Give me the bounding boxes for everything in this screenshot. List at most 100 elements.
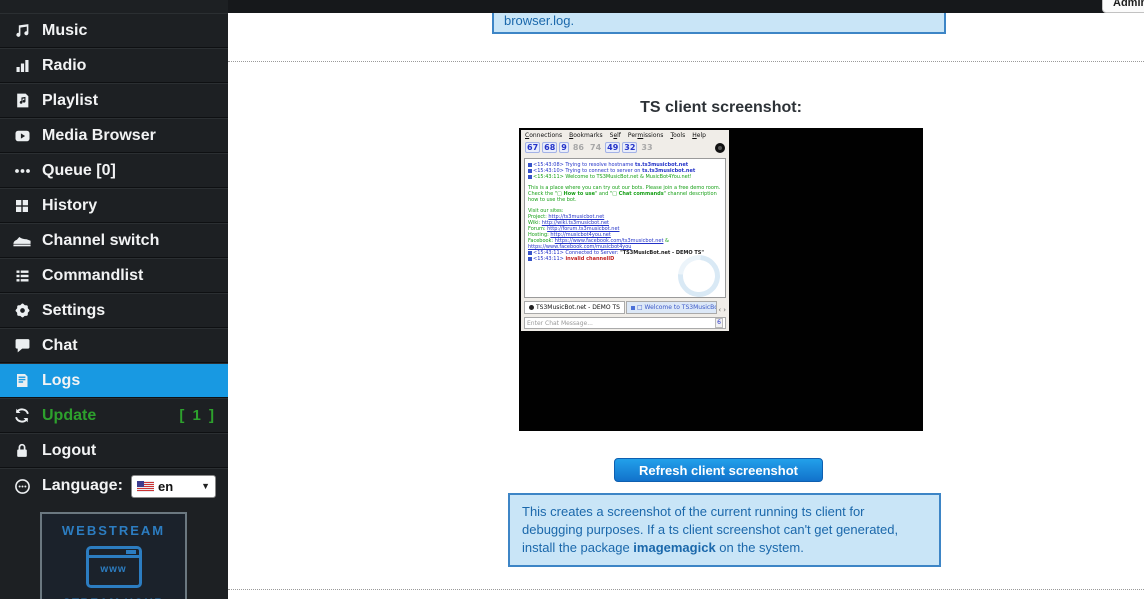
- ts-client-screenshot-image: Connections Bookmarks Self Permissions Tools…: [519, 128, 923, 431]
- ts-toolbar-number: 33: [639, 142, 654, 153]
- ts-toolbar-number: 49: [605, 142, 620, 153]
- ts-menu-permissions: Permissions: [628, 132, 664, 139]
- ts-chat-log: <15:43:08> Trying to resolve hostname ts…: [524, 158, 726, 298]
- ts-tab-1: TS3MusicBot.net - DEMO TS: [524, 301, 625, 314]
- ts-message-icon: [528, 251, 532, 255]
- screenshot-info-note: This creates a screenshot of the current…: [508, 493, 941, 567]
- top-bar: [228, 0, 1144, 13]
- ts-toolbar: 676898674493233: [521, 140, 729, 155]
- sidebar-item-music[interactable]: Music: [0, 13, 228, 48]
- channel-tab-icon: [631, 306, 635, 310]
- sidebar-item-label: Queue [0]: [42, 162, 116, 180]
- ts3musicbot-webinterface: Music Radio Playlist Media Browser Queue [0]…: [0, 0, 1144, 599]
- log-info-note: browser.log.: [492, 13, 946, 34]
- sidebar-item-radio[interactable]: Radio: [0, 48, 228, 83]
- sidebar-item-queue-0[interactable]: Queue [0]: [0, 153, 228, 188]
- ts-toolbar-number: 9: [559, 142, 569, 153]
- emoji-button: 6: [715, 318, 723, 328]
- ts-chat-line: Facebook: https://www.facebook.com/ts3mu…: [528, 238, 722, 250]
- ts-message-icon: [528, 257, 532, 261]
- sidebar-item-settings[interactable]: Settings: [0, 293, 228, 328]
- sidebar-item-label: Settings: [42, 302, 105, 320]
- ts-toolbar-number: 32: [622, 142, 637, 153]
- sidebar-item-label: Update: [42, 407, 96, 425]
- sidebar-item-label: Chat: [42, 337, 78, 355]
- sidebar: Music Radio Playlist Media Browser Queue [0]…: [0, 0, 228, 599]
- sidebar-item-label: Channel switch: [42, 232, 159, 250]
- language-select[interactable]: en ▼: [131, 475, 216, 498]
- ts-message-icon: [528, 175, 532, 179]
- commandlist-icon: [10, 267, 34, 285]
- browser-window-icon: www: [86, 546, 142, 588]
- ts-tab-2: □ Welcome to TS3MusicBot & Music: [626, 301, 717, 314]
- ts-menu-connections: Connections: [525, 132, 562, 139]
- sidebar-menu: Music Radio Playlist Media Browser Queue [0]…: [0, 0, 228, 468]
- sidebar-item-label: History: [42, 197, 97, 215]
- ts-chat-input-placeholder: Enter Chat Message...: [527, 320, 593, 327]
- ts-toolbar-number: 86: [571, 142, 586, 153]
- refresh-screenshot-button[interactable]: Refresh client screenshot: [614, 458, 823, 482]
- ts-chat-tabs: TS3MusicBot.net - DEMO TS□ Welcome to TS…: [524, 300, 726, 314]
- ts-chat-input: Enter Chat Message... 6: [524, 317, 726, 329]
- sidebar-item-label: Commandlist: [42, 267, 143, 285]
- ts-toolbar-number: 67: [525, 142, 540, 153]
- history-icon: [10, 197, 34, 215]
- sidebar-item-label: Logout: [42, 442, 96, 460]
- sidebar-item-commandlist[interactable]: Commandlist: [0, 258, 228, 293]
- sidebar-item-label: Logs: [42, 372, 80, 390]
- section-divider: [228, 61, 1144, 62]
- sidebar-item-chat[interactable]: Chat: [0, 328, 228, 363]
- chat-icon: [10, 337, 34, 355]
- language-label: Language:: [42, 477, 123, 495]
- sidebar-item-playlist[interactable]: Playlist: [0, 83, 228, 118]
- ts-client-window: Connections Bookmarks Self Permissions Tools…: [521, 130, 729, 331]
- admin-button[interactable]: Admin: [1102, 0, 1144, 13]
- sidebar-item-label: Music: [42, 22, 87, 40]
- ts-menu-bookmarks: Bookmarks: [569, 132, 603, 139]
- language-icon: [10, 477, 34, 495]
- sidebar-item-logs[interactable]: Logs: [0, 363, 228, 398]
- page-title: TS client screenshot:: [519, 99, 923, 117]
- tab-arrow-icon: ›: [723, 306, 726, 314]
- settings-icon: [10, 302, 34, 320]
- logout-icon: [10, 442, 34, 460]
- ts-message-icon: [528, 169, 532, 173]
- radio-icon: [10, 57, 34, 75]
- ts-menu-bar: Connections Bookmarks Self Permissions Tools…: [521, 130, 729, 140]
- ts3-logo-icon: [715, 138, 725, 157]
- language-row: Language: en ▼: [0, 468, 228, 503]
- playlist-icon: [10, 92, 34, 110]
- ts-toolbar-number: 74: [588, 142, 603, 153]
- sidebar-item-logout[interactable]: Logout: [0, 433, 228, 468]
- sidebar-item-label: Media Browser: [42, 127, 156, 145]
- tab-scroll-arrows: ‹›: [718, 306, 726, 314]
- webstream-banner[interactable]: WEBSTREAM www STREAM YOUR WEB BROWSER: [40, 512, 187, 599]
- us-flag-icon: [137, 481, 154, 492]
- logs-icon: [10, 372, 34, 390]
- ts-chat-line: Check the "□ How to use" and "□ Chat com…: [528, 191, 722, 203]
- sidebar-item-channel-switch[interactable]: Channel switch: [0, 223, 228, 258]
- server-tab-icon: [529, 305, 534, 310]
- section-divider: [228, 589, 1144, 590]
- tab-arrow-icon: ‹: [718, 306, 721, 314]
- ts-menu-tools: Tools: [670, 132, 685, 139]
- media-browser-icon: [10, 127, 34, 145]
- sidebar-item-label: Radio: [42, 57, 86, 75]
- sidebar-item-history[interactable]: History: [0, 188, 228, 223]
- music-icon: [10, 22, 34, 40]
- update-count-badge: [ 1 ]: [179, 407, 216, 424]
- webstream-title: WEBSTREAM: [42, 523, 185, 538]
- ts-message-icon: [528, 163, 532, 167]
- chevron-down-icon: ▼: [201, 481, 210, 491]
- ts-menu-help: Help: [692, 132, 706, 139]
- webstream-www-label: www: [89, 564, 139, 575]
- ts-menu-self: Self: [610, 132, 621, 139]
- ts-toolbar-number: 68: [542, 142, 557, 153]
- sidebar-item-media-browser[interactable]: Media Browser: [0, 118, 228, 153]
- update-icon: [10, 407, 34, 425]
- channel-switch-icon: [10, 232, 34, 250]
- sidebar-item-label: Playlist: [42, 92, 98, 110]
- sidebar-item-update[interactable]: Update [ 1 ]: [0, 398, 228, 433]
- queue-icon: [10, 162, 34, 180]
- language-selected-value: en: [158, 479, 173, 494]
